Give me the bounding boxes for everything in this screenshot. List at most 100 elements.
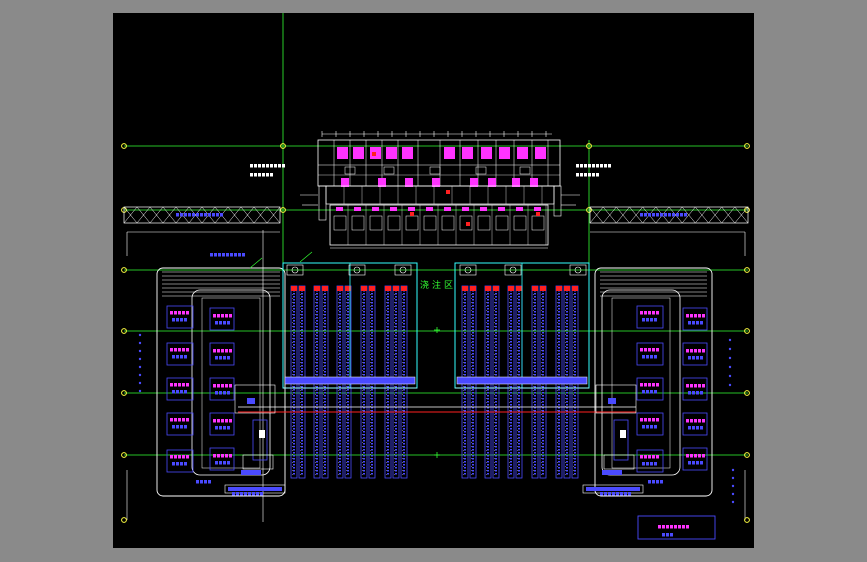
label-glyph bbox=[584, 173, 587, 177]
label-glyph bbox=[648, 418, 651, 422]
label-glyph bbox=[225, 454, 228, 458]
label-glyph bbox=[219, 356, 222, 360]
label-glyph bbox=[700, 461, 703, 465]
label-glyph bbox=[646, 318, 649, 322]
label-glyph bbox=[208, 213, 211, 217]
label-glyph bbox=[642, 318, 645, 322]
detail-block bbox=[620, 430, 626, 438]
equipment-box-label bbox=[170, 311, 189, 315]
label-glyph bbox=[692, 426, 695, 430]
label-glyph bbox=[608, 164, 611, 168]
label-glyph bbox=[656, 418, 659, 422]
equipment-box-label bbox=[213, 454, 232, 458]
label-glyph bbox=[217, 384, 220, 388]
equipment-box-label bbox=[640, 311, 659, 315]
label-glyph bbox=[180, 355, 183, 359]
detail-block bbox=[259, 430, 265, 438]
label-glyph bbox=[176, 390, 179, 394]
equipment-block bbox=[470, 178, 478, 187]
detail-block bbox=[247, 398, 255, 404]
label-glyph bbox=[220, 213, 223, 217]
label-glyph bbox=[223, 461, 226, 465]
label-glyph bbox=[213, 454, 216, 458]
label-glyph bbox=[221, 314, 224, 318]
label-glyph bbox=[229, 384, 232, 388]
label-glyph bbox=[652, 213, 655, 217]
legend-label bbox=[662, 533, 673, 537]
dimension-dot bbox=[731, 468, 735, 472]
dimension-dot bbox=[138, 349, 142, 353]
label-glyph bbox=[688, 426, 691, 430]
red-marker bbox=[372, 152, 376, 156]
label-glyph bbox=[686, 314, 689, 318]
label-glyph bbox=[696, 391, 699, 395]
label-glyph bbox=[690, 384, 693, 388]
base-rail-fill bbox=[228, 487, 282, 491]
equipment-box-label bbox=[686, 454, 705, 458]
label-glyph bbox=[654, 390, 657, 394]
label-glyph bbox=[700, 391, 703, 395]
dimension-dot bbox=[138, 365, 142, 369]
red-marker bbox=[410, 212, 414, 216]
label-glyph bbox=[178, 455, 181, 459]
label-glyph bbox=[696, 461, 699, 465]
label-glyph bbox=[698, 454, 701, 458]
label-glyph bbox=[596, 173, 599, 177]
label-glyph bbox=[686, 454, 689, 458]
label-glyph bbox=[698, 349, 701, 353]
label-glyph bbox=[217, 314, 220, 318]
equipment-block bbox=[481, 147, 492, 159]
lane-end-marker bbox=[532, 286, 538, 291]
label-glyph bbox=[642, 390, 645, 394]
label-glyph bbox=[600, 164, 603, 168]
label-glyph bbox=[174, 383, 177, 387]
equipment-box-label bbox=[170, 455, 189, 459]
label-glyph bbox=[225, 419, 228, 423]
label-glyph bbox=[182, 418, 185, 422]
label-glyph bbox=[656, 311, 659, 315]
label-glyph bbox=[254, 164, 257, 168]
label-glyph bbox=[692, 391, 695, 395]
label-glyph bbox=[227, 461, 230, 465]
label-glyph bbox=[252, 492, 255, 496]
label-glyph bbox=[212, 213, 215, 217]
label-glyph bbox=[180, 390, 183, 394]
label-glyph bbox=[642, 462, 645, 466]
dimension-dot bbox=[138, 333, 142, 337]
label-glyph bbox=[178, 348, 181, 352]
equipment-box-label bbox=[213, 349, 232, 353]
label-glyph bbox=[200, 213, 203, 217]
lane-end-marker bbox=[291, 286, 297, 291]
label-glyph bbox=[170, 383, 173, 387]
label-glyph bbox=[182, 455, 185, 459]
lane-end-marker bbox=[299, 286, 305, 291]
label-glyph bbox=[260, 492, 263, 496]
label-glyph bbox=[186, 383, 189, 387]
equipment-block bbox=[432, 178, 440, 187]
label-glyph bbox=[688, 356, 691, 360]
equipment-box-label bbox=[686, 419, 705, 423]
label-glyph bbox=[215, 391, 218, 395]
label-glyph bbox=[248, 492, 251, 496]
label-glyph bbox=[690, 349, 693, 353]
label-glyph bbox=[221, 454, 224, 458]
label-glyph bbox=[223, 426, 226, 430]
label-glyph bbox=[662, 525, 665, 529]
label-glyph bbox=[650, 390, 653, 394]
equipment-block bbox=[378, 178, 386, 187]
label-glyph bbox=[172, 318, 175, 322]
equipment-block bbox=[372, 207, 379, 211]
lane-end-marker bbox=[470, 286, 476, 291]
label-glyph bbox=[652, 455, 655, 459]
dimension-dot bbox=[728, 383, 732, 387]
illegible-note-blue bbox=[210, 253, 245, 257]
label-glyph bbox=[219, 321, 222, 325]
label-glyph bbox=[580, 164, 583, 168]
label-glyph bbox=[217, 454, 220, 458]
label-glyph bbox=[282, 164, 285, 168]
label-glyph bbox=[668, 213, 671, 217]
label-glyph bbox=[696, 321, 699, 325]
label-glyph bbox=[588, 173, 591, 177]
label-glyph bbox=[684, 213, 687, 217]
label-glyph bbox=[223, 391, 226, 395]
